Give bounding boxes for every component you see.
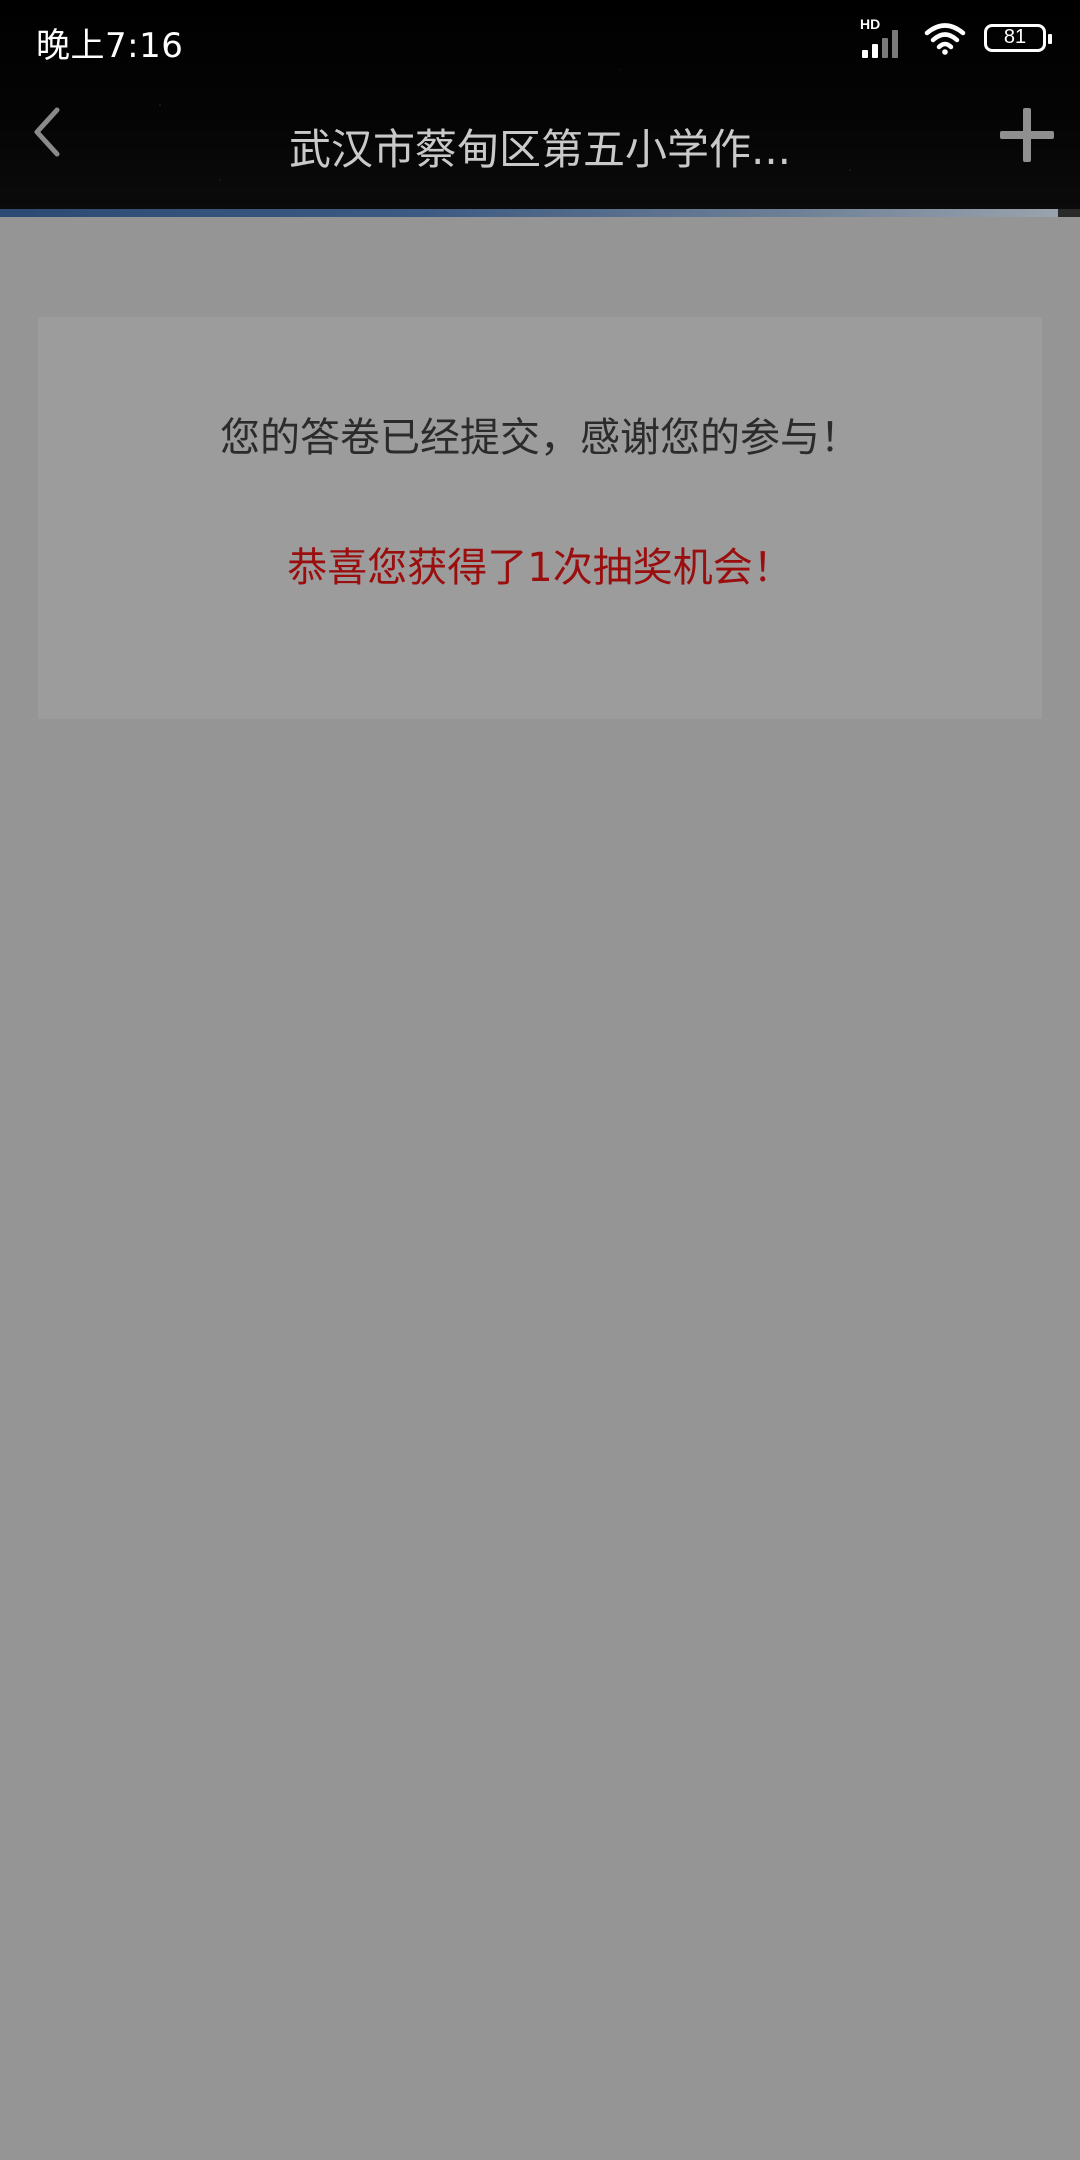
wifi-icon [924,23,966,55]
top-area: 晚上7:16 HD 81 武汉市蔡甸区第五小学作... [0,0,1080,210]
page-title: 武汉市蔡甸区第五小学作... [288,125,792,174]
status-bar: 晚上7:16 HD 81 [0,0,1080,78]
battery-percentage: 81 [1003,26,1027,48]
signal-bar [882,38,888,58]
signal-bar [862,50,868,58]
reward-message: 恭喜您获得了1次抽奖机会！ [287,545,793,591]
signal-bar [872,44,878,58]
submission-message: 您的答卷已经提交，感谢您的参与！ [220,415,860,461]
cellular-signal-icon: HD [860,16,906,58]
add-button[interactable] [992,100,1062,170]
battery-icon: 81 [984,24,1052,52]
page-load-progress-bar [0,209,1080,217]
back-button[interactable] [14,100,78,164]
navigation-bar: 武汉市蔡甸区第五小学作... [0,78,1080,210]
plus-icon [1000,108,1054,162]
status-icons: HD 81 [860,16,1052,60]
network-type-label: HD [860,16,881,32]
progress-fill [0,209,1059,217]
submission-result-card: 您的答卷已经提交，感谢您的参与！ 恭喜您获得了1次抽奖机会！ [38,317,1042,719]
signal-bar [892,30,898,58]
chevron-left-icon [34,107,60,157]
main-content: 您的答卷已经提交，感谢您的参与！ 恭喜您获得了1次抽奖机会！ [0,217,1080,2160]
status-time: 晚上7:16 [36,26,184,66]
